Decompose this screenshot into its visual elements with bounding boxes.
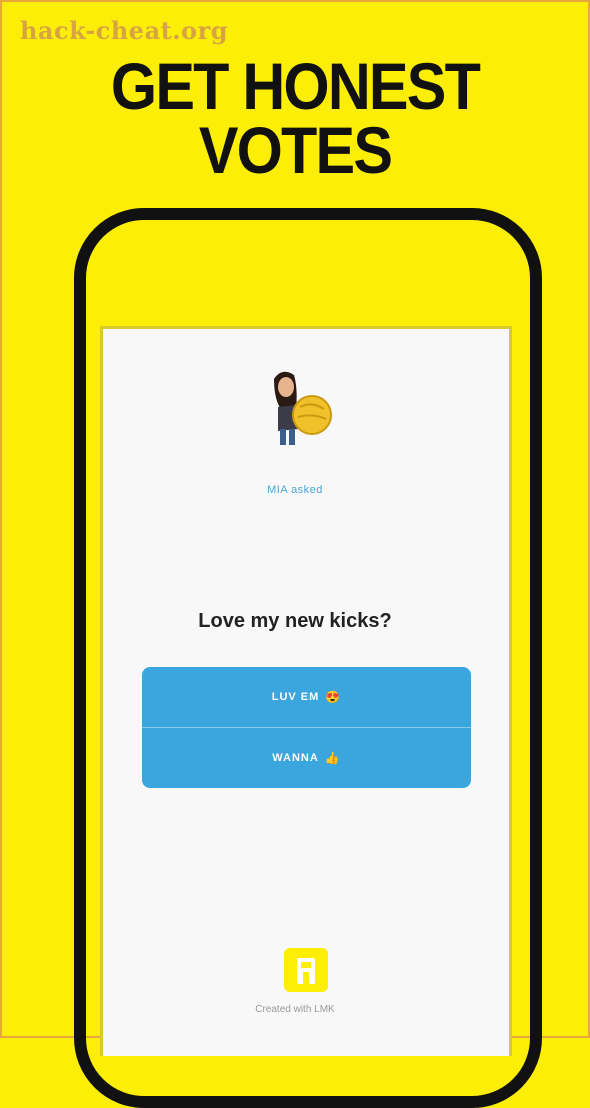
headline: GET HONEST VOTES bbox=[31, 49, 558, 187]
headline-line-1: GET HONEST bbox=[110, 49, 481, 123]
poll-question: Love my new kicks? bbox=[198, 610, 392, 632]
option-luv-em-button[interactable]: LUV EM 😍 bbox=[142, 667, 471, 727]
heart-eyes-icon: 😍 bbox=[325, 690, 342, 704]
option-label: WANNA bbox=[272, 752, 319, 764]
headline-line-2: VOTES bbox=[198, 113, 393, 187]
watermark: hack-cheat.org bbox=[20, 16, 228, 45]
poll-asker: MIA asked bbox=[267, 484, 323, 496]
option-label: LUV EM bbox=[271, 691, 320, 703]
poll-options: LUV EM 😍 WANNA 👍 bbox=[142, 667, 471, 788]
option-wanna-button[interactable]: WANNA 👍 bbox=[142, 727, 471, 788]
footer-text: Created with LMK bbox=[255, 1004, 335, 1015]
lmk-app-icon bbox=[284, 948, 328, 992]
bitmoji-avatar-icon bbox=[274, 371, 332, 445]
thumbs-up-icon: 👍 bbox=[324, 751, 341, 765]
